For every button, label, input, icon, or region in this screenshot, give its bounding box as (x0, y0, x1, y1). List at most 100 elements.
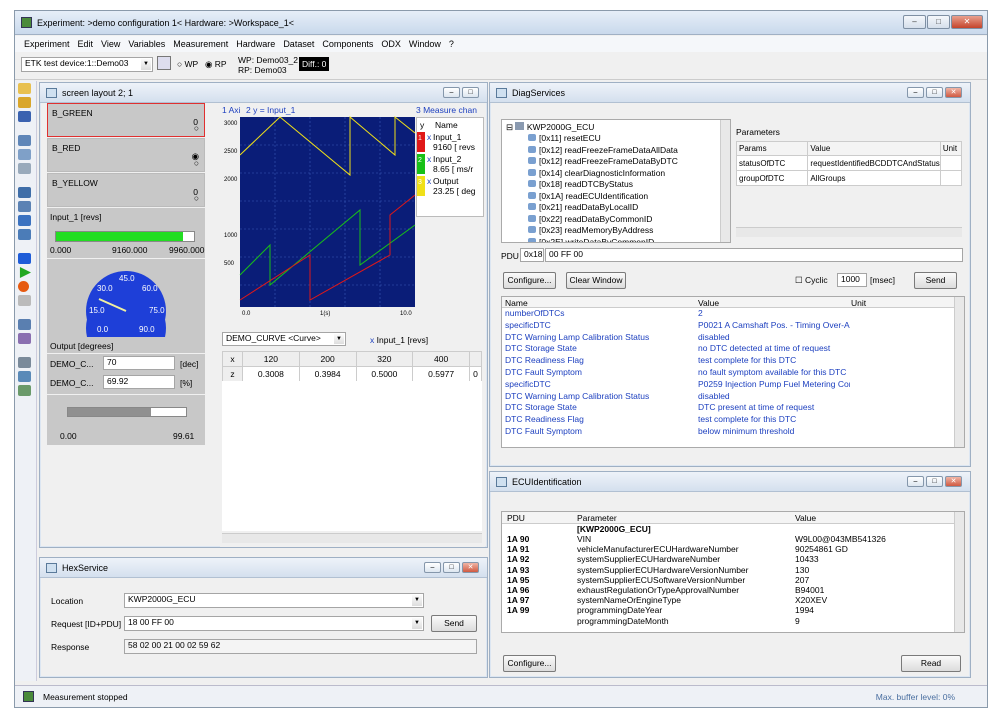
service-item[interactable]: [0x23] readMemoryByAddress (502, 225, 730, 237)
save-icon[interactable] (18, 111, 31, 122)
maximize-button[interactable]: □ (927, 15, 950, 29)
unlink-icon[interactable] (18, 333, 31, 344)
osc-legend-tab[interactable]: 3 Measure chan (416, 105, 484, 115)
osc-tab-axis[interactable]: 1 Axi (222, 105, 240, 115)
service-item[interactable]: [0x11] resetECU (502, 133, 730, 145)
send-button[interactable]: Send (914, 272, 957, 289)
horizontal-scrollbar[interactable] (736, 227, 962, 237)
new-icon[interactable] (18, 83, 31, 94)
menu-item[interactable]: ? (449, 39, 454, 49)
stop-icon[interactable] (18, 253, 31, 264)
x-value[interactable]: 200 (298, 351, 357, 367)
menu-item[interactable]: Experiment (24, 39, 70, 49)
menu-item[interactable]: View (101, 39, 120, 49)
ecu-row[interactable]: 1A 91 vehicleManufacturerECUHardwareNumbe… (502, 544, 964, 554)
tree-root[interactable]: ⊟ KWP2000G_ECU (502, 120, 730, 133)
menu-item[interactable]: ODX (381, 39, 401, 49)
grid-icon[interactable] (18, 215, 31, 226)
result-row[interactable]: numberOfDTCs 2 (502, 308, 964, 320)
ecu-row[interactable]: 1A 90 VIN W9L00@043MB541326 (502, 534, 964, 544)
maximize-button[interactable]: □ (462, 87, 479, 98)
image-icon[interactable] (18, 385, 31, 396)
ecu-row[interactable]: 1A 99 programmingDateYear 1994 (502, 605, 964, 615)
result-row[interactable]: specificDTC P0021 A Camshaft Pos. - Timin… (502, 320, 964, 332)
bit-b-red[interactable]: B_RED ◉ ○ (47, 138, 205, 172)
horizontal-scrollbar[interactable] (222, 533, 482, 543)
service-item[interactable]: [0x2E] writeDataByCommonID (502, 237, 730, 242)
service-item[interactable]: [0x18] readDTCByStatus (502, 179, 730, 191)
result-row[interactable]: DTC Fault Symptom no fault symptom availa… (502, 367, 964, 379)
ecu-row[interactable]: 1A 92 systemSupplierECUHardwareNumber 1043… (502, 554, 964, 564)
service-item[interactable]: [0x12] readFreezeFrameDataAllData (502, 145, 730, 157)
osc-tab-y[interactable]: 2 y = Input_1 (246, 105, 295, 115)
result-row[interactable]: specificDTC P0259 Injection Pump Fuel Met… (502, 379, 964, 391)
menu-item[interactable]: Edit (78, 39, 94, 49)
x-value[interactable]: 120 (242, 351, 300, 367)
window-icon[interactable] (18, 201, 31, 212)
channel-visibility[interactable]: x (427, 154, 431, 164)
ecu-row[interactable]: 1A 97 systemNameOrEngineType X20XEV (502, 595, 964, 605)
pdu-input[interactable]: 00 FF 00 (545, 248, 963, 262)
close-button[interactable]: ✕ (951, 15, 983, 29)
cyclic-checkbox[interactable]: ☐ Cyclic (795, 275, 828, 286)
record-icon[interactable] (18, 281, 29, 292)
z-value[interactable]: 0.5000 (355, 366, 414, 382)
pause-icon[interactable] (18, 295, 31, 306)
request-input[interactable]: 18 00 FF 00 ▼ (124, 616, 424, 631)
ecu-row[interactable]: 1A 96 exhaustRegulationOrTypeApprovalNumb… (502, 585, 964, 595)
configure-button[interactable]: Configure... (503, 655, 556, 672)
z-value[interactable]: 0.5977 (412, 366, 470, 382)
z-value[interactable]: 0.3984 (298, 366, 357, 382)
cyclic-interval-input[interactable]: 1000 (837, 273, 867, 287)
monitor-icon[interactable] (18, 229, 31, 240)
hardware-icon[interactable] (18, 135, 31, 146)
result-row[interactable]: DTC Storage State DTC present at time of … (502, 402, 964, 414)
x-value[interactable]: 320 (355, 351, 414, 367)
send-button[interactable]: Send (431, 615, 477, 632)
vertical-scrollbar[interactable] (954, 297, 964, 447)
result-row[interactable]: DTC Readiness Flag test complete for this… (502, 414, 964, 426)
menu-item[interactable]: Window (409, 39, 441, 49)
menu-item[interactable]: Hardware (236, 39, 275, 49)
link-icon[interactable] (18, 319, 31, 330)
minimize-button[interactable]: – (907, 476, 924, 487)
print-icon[interactable] (18, 357, 31, 368)
channel-visibility[interactable]: x (427, 132, 431, 142)
channel-row[interactable]: 3 x Output 23.25 [ deg (417, 176, 485, 198)
ecu-row[interactable]: 1A 93 systemSupplierECUHardwareVersionNum… (502, 565, 964, 575)
ecu-row[interactable]: 1A 95 systemSupplierECUSoftwareVersionNum… (502, 575, 964, 585)
z-value[interactable]: 0.3008 (242, 366, 300, 382)
result-row[interactable]: DTC Warning Lamp Calibration Status disab… (502, 391, 964, 403)
service-item[interactable]: [0x12] readFreezeFrameDataByDTC (502, 156, 730, 168)
result-row[interactable]: DTC Storage State no DTC detected at time… (502, 343, 964, 355)
ecu-row[interactable]: programmingDateMonth 9 (502, 616, 964, 626)
z-value[interactable]: 0 (469, 366, 482, 382)
service-item[interactable]: [0x1A] readECUIdentification (502, 191, 730, 203)
calib-value-input[interactable]: 70 (103, 356, 175, 370)
minimize-button[interactable]: – (903, 15, 926, 29)
result-row[interactable]: DTC Fault Symptom below minimum threshold (502, 426, 964, 438)
play-icon[interactable] (19, 267, 31, 278)
open-icon[interactable] (18, 97, 31, 108)
minimize-button[interactable]: – (424, 562, 441, 573)
menu-item[interactable]: Dataset (283, 39, 314, 49)
layout-icon[interactable] (18, 187, 31, 198)
close-button[interactable]: ✕ (945, 87, 962, 98)
vertical-scrollbar[interactable] (720, 120, 730, 242)
search-icon[interactable] (18, 371, 31, 382)
bit-b-green[interactable]: B_GREEN 0 ○ (47, 103, 205, 137)
x-value[interactable]: 400 (412, 351, 470, 367)
service-item[interactable]: [0x22] readDataByCommonID (502, 214, 730, 226)
bit-b-yellow[interactable]: B_YELLOW 0 ○ (47, 173, 205, 207)
configure-button[interactable]: Configure... (503, 272, 556, 289)
channel-row[interactable]: 2 x Input_2 8.65 [ ms/r (417, 154, 485, 176)
minimize-button[interactable]: – (907, 87, 924, 98)
dataset-icon[interactable] (18, 163, 31, 174)
service-item[interactable]: [0x21] readDataByLocalID (502, 202, 730, 214)
channel-row[interactable]: 1 x Input_1 9160 [ revs (417, 132, 485, 154)
slider-track[interactable] (67, 407, 187, 417)
menu-item[interactable]: Variables (128, 39, 165, 49)
device-select[interactable]: ETK test device:1::Demo03 ▼ (21, 57, 153, 72)
rp-radio[interactable]: ◉ RP (205, 59, 227, 70)
clear-window-button[interactable]: Clear Window (566, 272, 626, 289)
